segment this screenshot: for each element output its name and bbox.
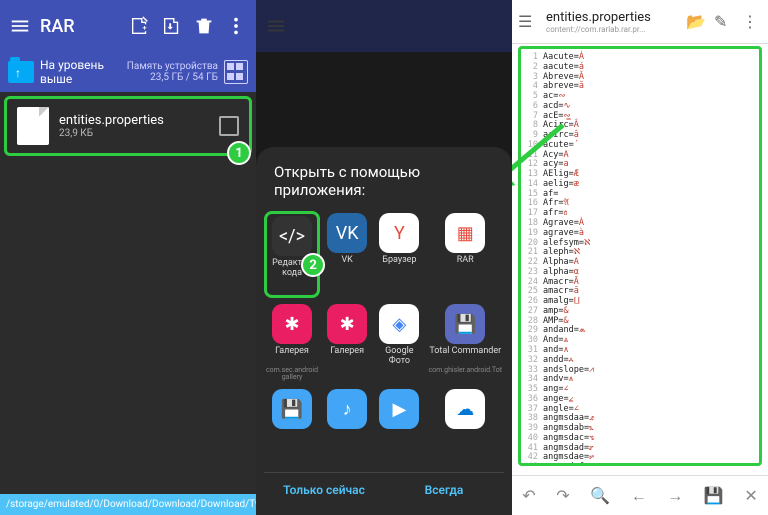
app-Галерея[interactable]: ✱ Галереяcom.sec.android gallery: [264, 302, 320, 383]
app-label: Браузер: [382, 256, 416, 276]
up-label[interactable]: На уровень выше: [40, 58, 121, 86]
app-label: VK: [341, 256, 352, 276]
app-icon: </>: [272, 216, 312, 256]
app-Браузер[interactable]: Y Браузер: [374, 211, 424, 298]
app-icon: ♪: [327, 389, 367, 429]
app-label: Галерея: [275, 347, 309, 367]
search-icon[interactable]: 🔍: [590, 486, 610, 505]
extract-icon[interactable]: [160, 14, 184, 38]
editor-subtitle: content://com.rarlab.rar.pr...: [546, 25, 678, 34]
app-sublabel: com.ghisler.android.Tot: [429, 367, 503, 381]
up-folder-icon[interactable]: ↑: [8, 61, 34, 83]
app-item-8[interactable]: 💾: [264, 387, 320, 468]
app-icon: 💾: [272, 389, 312, 429]
open-with-sheet: Открыть с помощью приложения: </>Редакто…: [256, 147, 512, 515]
open-folder-icon[interactable]: 📂: [686, 12, 706, 31]
editor-toolbar: ↶ ↷ 🔍 ← → 💾 ✕: [512, 475, 768, 515]
rar-header: RAR: [0, 0, 256, 52]
app-Галерея[interactable]: ✱ Галерея: [322, 302, 372, 383]
undo-icon[interactable]: ↶: [522, 486, 535, 505]
arrow-left-icon[interactable]: ←: [631, 486, 647, 506]
redo-icon[interactable]: ↷: [556, 486, 569, 505]
open-with-screen: Открыть с помощью приложения: </>Редакто…: [256, 0, 512, 515]
app-label: Галерея: [330, 347, 364, 367]
app-label: RAR: [457, 256, 474, 276]
app-RAR[interactable]: ▦ RAR: [427, 211, 505, 298]
rar-subheader: ↑ На уровень выше Память устройства 23,5…: [0, 52, 256, 92]
app-VK[interactable]: VK VK: [322, 211, 372, 298]
app-item-10[interactable]: ▶: [374, 387, 424, 468]
app-icon: 💾: [445, 304, 485, 344]
only-now-button[interactable]: Только сейчас: [264, 473, 384, 507]
edit-icon[interactable]: ✎: [714, 12, 734, 31]
save-icon[interactable]: 💾: [704, 486, 724, 505]
app-icon: ▶: [379, 389, 419, 429]
breadcrumb-path[interactable]: /storage/emulated/0/Download/Download/Do…: [0, 494, 256, 515]
app-Редактор кода[interactable]: </>Редактор кода2: [264, 211, 320, 298]
app-icon: ▦: [445, 213, 485, 253]
storage-info: Память устройства 23,5 ГБ / 54 ГБ: [127, 61, 218, 83]
file-size: 23,9 КБ: [59, 128, 209, 139]
more-icon[interactable]: [224, 14, 248, 38]
menu-icon[interactable]: [8, 14, 32, 38]
file-checkbox[interactable]: [219, 116, 239, 136]
app-label: Google Фото: [376, 347, 422, 367]
code-line: 43angmsdaf=⦭: [521, 463, 759, 466]
app-sublabel: com.sec.android gallery: [266, 367, 318, 381]
app-icon: Y: [379, 213, 419, 253]
app-item-9[interactable]: ♪: [322, 387, 372, 468]
app-title: RAR: [40, 16, 120, 37]
app-icon: VK: [327, 213, 367, 253]
dim-header: [256, 0, 512, 52]
close-icon[interactable]: ✕: [744, 486, 757, 505]
trash-icon[interactable]: [192, 14, 216, 38]
arrow-right-icon[interactable]: →: [667, 486, 683, 506]
file-row[interactable]: entities.properties 23,9 КБ 1: [4, 96, 252, 156]
editor-header: ☰ entities.properties content://com.rarl…: [512, 0, 768, 44]
always-button[interactable]: Всегда: [384, 473, 504, 507]
file-name: entities.properties: [59, 113, 209, 128]
app-Google Фото[interactable]: ◈ Google Фото: [374, 302, 424, 383]
app-icon: ✱: [327, 304, 367, 344]
app-Total Commander[interactable]: 💾 Total Commandercom.ghisler.android.Tot: [427, 302, 505, 383]
archive-add-icon[interactable]: [128, 14, 152, 38]
tutorial-badge-1: 1: [227, 141, 251, 165]
app-label: Total Commander: [429, 347, 501, 367]
editor-menu-icon[interactable]: ☰: [518, 12, 538, 31]
app-icon: ✱: [272, 304, 312, 344]
editor-screen: ☰ entities.properties content://com.rarl…: [512, 0, 768, 515]
editor-more-icon[interactable]: ⋮: [742, 12, 762, 31]
app-icon: ☁: [445, 389, 485, 429]
sheet-title: Открыть с помощью приложения:: [264, 159, 504, 211]
editor-title: entities.properties: [546, 10, 678, 25]
file-icon: [17, 107, 49, 145]
rar-screen: RAR ↑ На уровень выше Память устройства …: [0, 0, 256, 515]
app-item-11[interactable]: ☁: [427, 387, 505, 468]
view-toggle-icon[interactable]: [224, 60, 248, 84]
app-grid: </>Редактор кода2VKVKYБраузер▦RAR✱Галере…: [264, 211, 504, 468]
app-icon: ◈: [379, 304, 419, 344]
code-content[interactable]: 1Aacute=Á2aacute=á3Abreve=Ă4abreve=ă5ac=…: [518, 46, 762, 466]
